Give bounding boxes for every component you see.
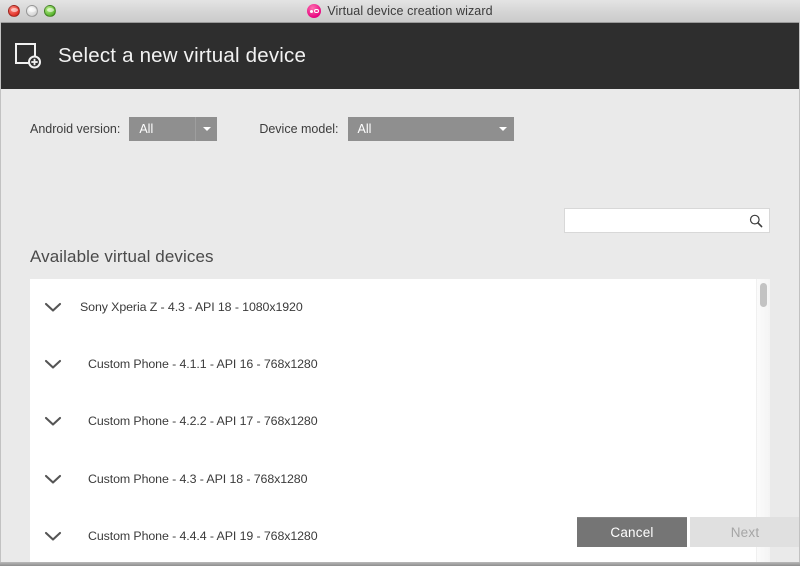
device-model-value: All xyxy=(357,121,372,136)
available-devices-heading: Available virtual devices xyxy=(30,247,214,266)
chevron-down-icon[interactable] xyxy=(30,415,76,427)
filter-bar: Android version: All Device model: All xyxy=(0,89,800,149)
window-controls xyxy=(0,5,56,17)
wizard-body: Android version: All Device model: All A… xyxy=(0,89,800,566)
device-name: Custom Phone - 4.3 - API 18 - 768x1280 xyxy=(88,471,308,486)
chevron-down-icon xyxy=(195,116,217,141)
device-model-label: Device model: xyxy=(259,121,339,136)
page-title: Select a new virtual device xyxy=(58,44,307,67)
androvm-logo-icon xyxy=(307,4,322,18)
device-name: Sony Xperia Z - 4.3 - API 18 - 1080x1920 xyxy=(80,300,303,314)
wizard-window: Virtual device creation wizard Select a … xyxy=(0,0,800,566)
device-model-select[interactable]: All xyxy=(347,116,514,141)
close-button[interactable] xyxy=(8,5,20,17)
chevron-down-icon[interactable] xyxy=(30,358,76,370)
logo-dot-large xyxy=(314,8,319,14)
chevron-down-icon[interactable] xyxy=(30,473,76,485)
window-titlebar: Virtual device creation wizard xyxy=(0,0,800,23)
minimize-button[interactable] xyxy=(26,5,38,17)
search-icon[interactable] xyxy=(743,209,769,232)
android-version-label: Android version: xyxy=(30,121,121,136)
window-title-group: Virtual device creation wizard xyxy=(0,0,800,22)
search-box[interactable] xyxy=(564,208,770,233)
scrollbar-thumb[interactable] xyxy=(760,283,767,307)
next-button[interactable]: Next xyxy=(690,517,800,547)
chevron-down-icon xyxy=(492,117,514,141)
device-name: Custom Phone - 4.1.1 - API 16 - 768x1280 xyxy=(88,356,318,371)
chevron-down-icon[interactable] xyxy=(30,301,76,313)
new-device-icon xyxy=(14,41,44,71)
cancel-button[interactable]: Cancel xyxy=(577,517,687,547)
zoom-button[interactable] xyxy=(44,5,56,17)
window-left-edge xyxy=(0,22,1,566)
android-version-select[interactable]: All xyxy=(129,116,218,141)
wizard-header: Select a new virtual device xyxy=(0,23,800,89)
device-name: Custom Phone - 4.2.2 - API 17 - 768x1280 xyxy=(88,414,318,429)
list-item[interactable]: Custom Phone - 4.1.1 - API 16 - 768x1280 xyxy=(30,335,770,393)
search-input[interactable] xyxy=(565,209,743,232)
list-item[interactable]: Custom Phone - 4.2.2 - API 17 - 768x1280 xyxy=(30,392,770,450)
window-title: Virtual device creation wizard xyxy=(327,4,493,18)
list-item[interactable]: Sony Xperia Z - 4.3 - API 18 - 1080x1920 xyxy=(30,279,770,335)
window-bottom-edge xyxy=(0,562,800,566)
android-version-value: All xyxy=(139,121,154,136)
wizard-footer: Cancel Next xyxy=(0,495,800,566)
logo-dot-small xyxy=(310,9,314,13)
